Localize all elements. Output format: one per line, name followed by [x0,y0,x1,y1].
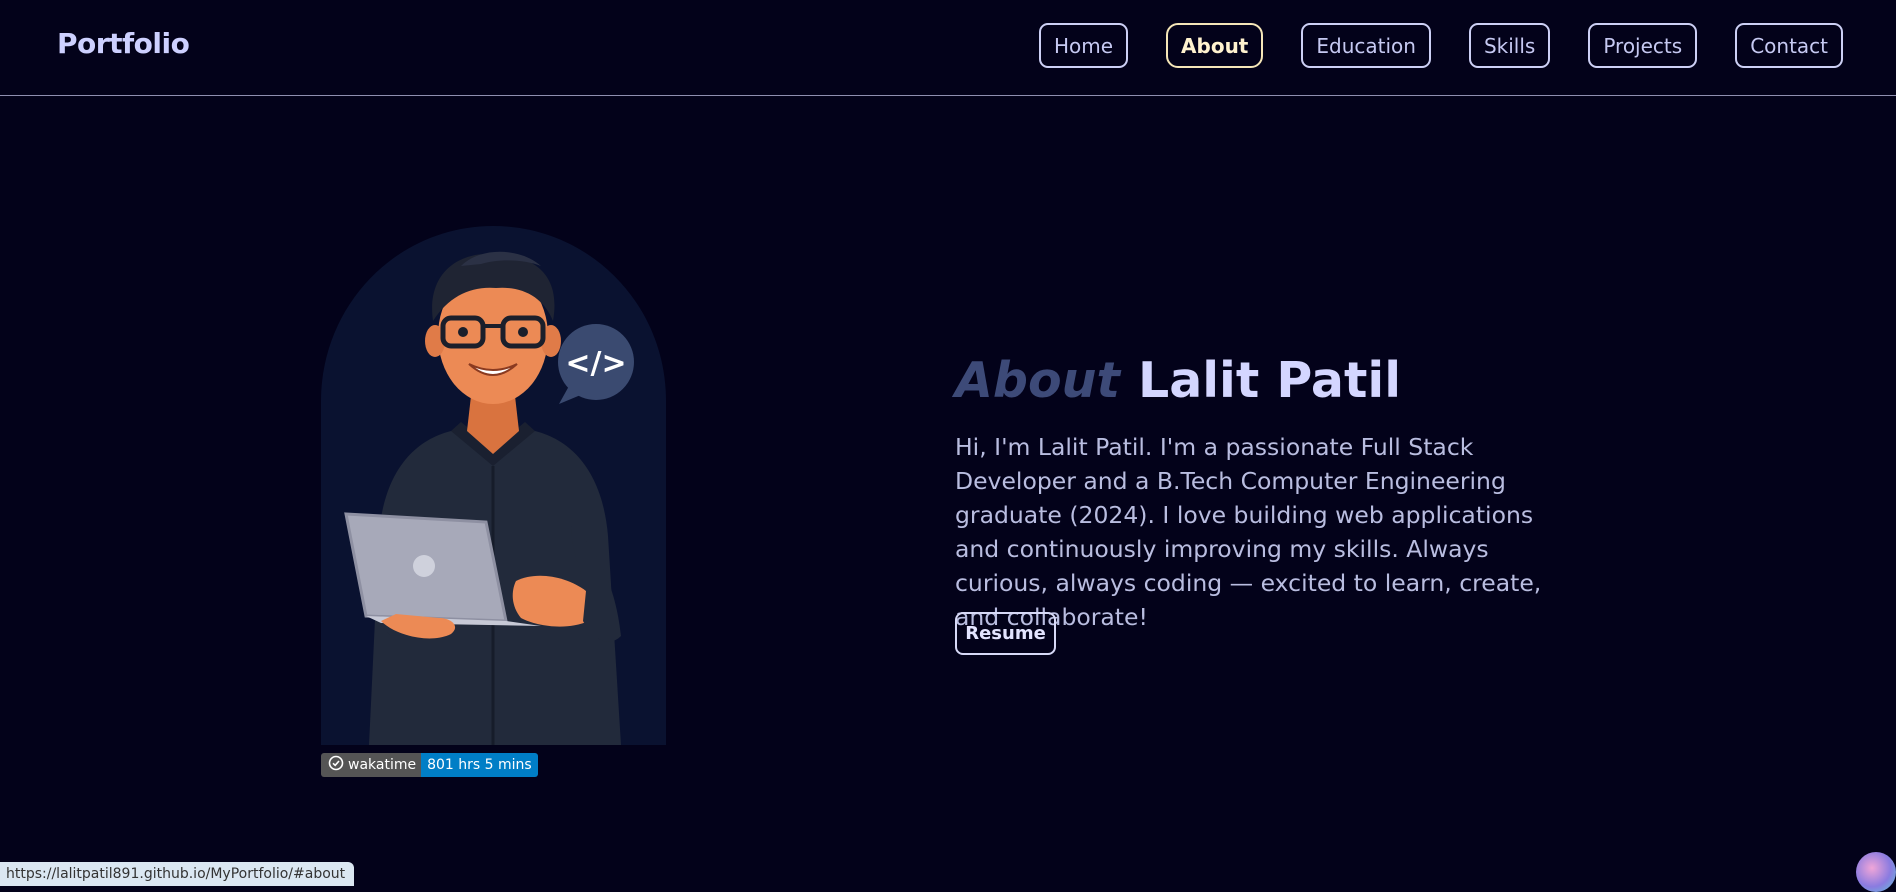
developer-illustration: </> [321,226,666,745]
about-description: Hi, I'm Lalit Patil. I'm a passionate Fu… [955,433,1542,631]
about-heading-name: Lalit Patil [1137,352,1402,409]
nav-about-button[interactable]: About [1166,23,1264,68]
site-header: Portfolio Home About Education Skills Pr… [0,0,1896,96]
wakatime-label: wakatime [348,757,417,773]
status-bar-url: https://lalitpatil891.github.io/MyPortfo… [0,862,355,886]
about-heading: About Lalit Patil [955,352,1401,410]
wakatime-check-icon [328,755,344,775]
assistant-avatar[interactable] [1856,852,1896,892]
nav-skills-button[interactable]: Skills [1468,23,1551,68]
nav-projects-button[interactable]: Projects [1588,23,1698,68]
nav-contact-button[interactable]: Contact [1735,23,1843,68]
wakatime-label-section: wakatime [321,753,422,777]
brand-logo[interactable]: Portfolio [57,27,190,60]
wakatime-value: 801 hrs 5 mins [421,753,538,777]
nav-education-button[interactable]: Education [1301,23,1431,68]
wakatime-badge[interactable]: wakatime 801 hrs 5 mins [321,753,538,777]
code-bubble-text: </> [565,346,626,381]
about-heading-word: About [955,352,1120,409]
nav-home-button[interactable]: Home [1038,23,1129,68]
main-nav: Home About Education Skills Projects Con… [1038,23,1843,68]
resume-button[interactable]: Resume [955,612,1056,655]
